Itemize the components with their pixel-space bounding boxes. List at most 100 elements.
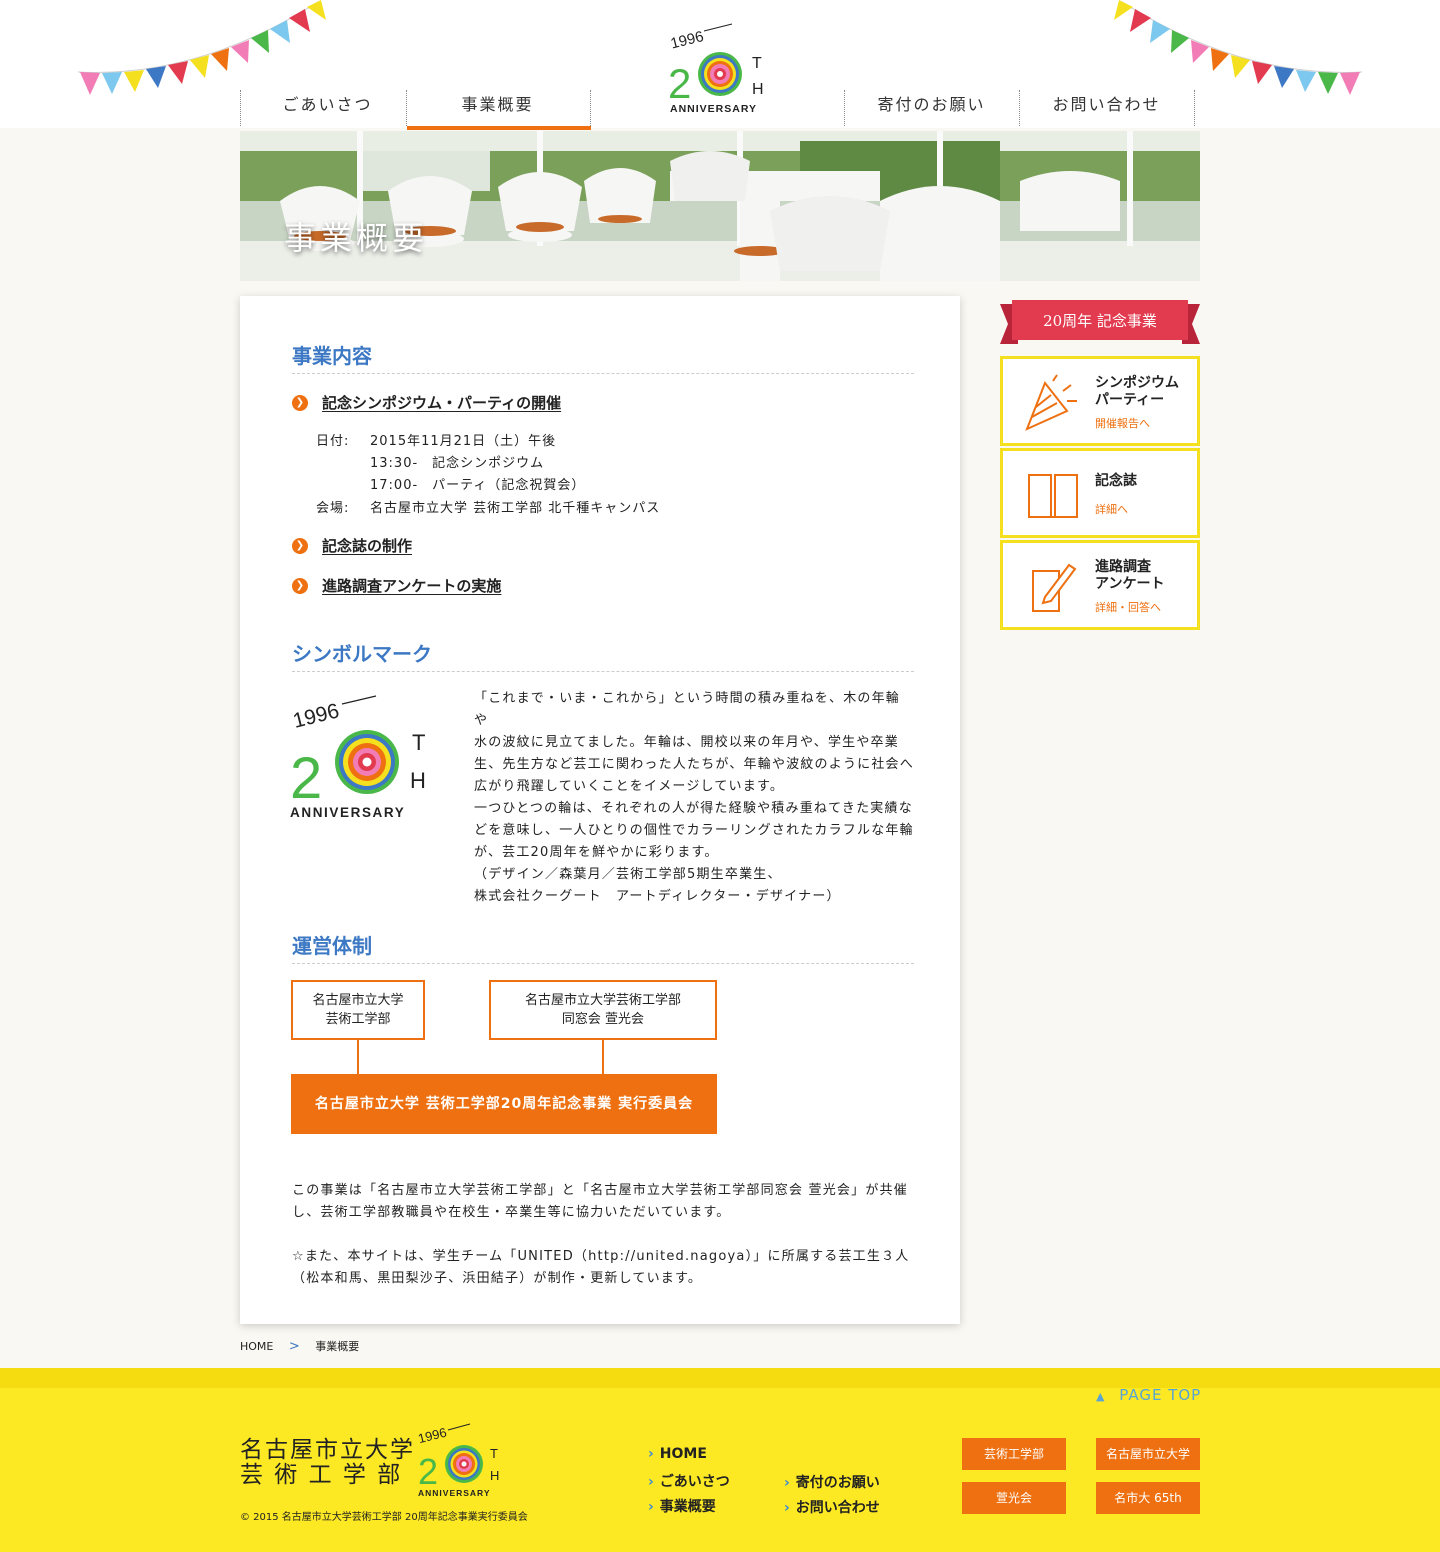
footer-button-65th[interactable]: 名市大 65th [1096, 1482, 1200, 1514]
footer-university-logotype[interactable]: 名古屋市立大学 芸 術 工 学 部 [240, 1438, 415, 1488]
sidebar-card-symposium[interactable]: シンポジウム パーティー 開催報告へ [1000, 356, 1200, 446]
svg-text:H: H [752, 81, 764, 98]
footer-link-home[interactable]: › HOME [648, 1446, 707, 1462]
footer-button-university[interactable]: 名古屋市立大学 [1096, 1438, 1200, 1470]
card-link-text: 詳細へ [1095, 503, 1128, 516]
link-label: 進路調査アンケートの実施 [322, 577, 502, 595]
event-time-2: 17:00- パーティ（記念祝賀会） [370, 478, 586, 493]
svg-text:ANNIVERSARY: ANNIVERSARY [418, 1488, 491, 1498]
nav-divider [406, 90, 407, 126]
desc-line: 「これまで・いま・これから」という時間の積み重ねを、木の年輪や [474, 691, 901, 728]
hero-title: 事業概要 [284, 219, 429, 257]
org-committee-box: 名古屋市立大学 芸術工学部20周年記念事業 実行委員会 [291, 1074, 717, 1134]
sidebar-ribbon: 20周年 記念事業 [1000, 300, 1200, 344]
org-box-faculty: 名古屋市立大学 芸術工学部 [291, 980, 425, 1040]
symbol-mark-logo: 1996 2 T H ANNIVERSARY [290, 695, 426, 820]
note-line: （松本和馬、黒田梨沙子、浜田結子）が制作・更新しています。 [292, 1271, 703, 1286]
nav-donation[interactable]: 寄付のお願い [844, 90, 1019, 128]
svg-text:T: T [412, 730, 425, 755]
chevron-right-icon: › [648, 1446, 654, 1462]
card-link-text: 開催報告へ [1095, 417, 1150, 430]
card-title: 進路調査 [1095, 559, 1151, 575]
card-title: 記念誌 [1095, 473, 1137, 489]
page-top-link[interactable]: ▲ PAGE TOP [1096, 1386, 1201, 1404]
note-line: し、芸術工学部教職員や在校生・卒業生等に協力いただいています。 [292, 1205, 731, 1220]
footer-button-faculty[interactable]: 芸術工学部 [962, 1438, 1066, 1470]
chevron-right-icon: › [784, 1500, 790, 1516]
svg-text:1996: 1996 [416, 1425, 448, 1447]
footer-link-label: ごあいさつ [659, 1474, 730, 1490]
footer-link-overview[interactable]: › 事業概要 [648, 1496, 716, 1516]
footer-title-line: 芸 術 工 学 部 [240, 1462, 403, 1488]
chevron-up-icon: ▲ [1096, 1390, 1106, 1403]
nav-active-indicator [407, 126, 591, 130]
event-time-1: 13:30- 記念シンポジウム [370, 456, 545, 471]
event-date-row: 日付: 2015年11月21日（土）午後 [316, 430, 555, 449]
sidebar-card-survey[interactable]: 進路調査 アンケート 詳細・回答へ [1000, 540, 1200, 630]
svg-text:ANNIVERSARY: ANNIVERSARY [670, 103, 757, 115]
chevron-right-icon: › [648, 1499, 654, 1515]
footer-link-greeting[interactable]: › ごあいさつ [648, 1471, 730, 1491]
nav-business-overview[interactable]: 事業概要 [410, 90, 585, 128]
link-label: 記念シンポジウム・パーティの開催 [322, 394, 562, 412]
svg-text:1996: 1996 [291, 699, 342, 733]
section-heading-business: 事業内容 [292, 340, 914, 374]
venue-label: 会場: [316, 501, 350, 516]
chevron-right-icon: ❯ [292, 537, 308, 554]
note-line: ☆また、本サイトは、学生チーム「UNITED（http://united.nag… [292, 1249, 910, 1264]
desc-line: 一つひとつの輪は、それぞれの人が得た経験や積み重ねてきた実績な [474, 801, 913, 816]
svg-text:2: 2 [418, 1451, 438, 1492]
chevron-right-icon: › [784, 1475, 790, 1491]
link-label: 記念誌の制作 [322, 537, 413, 555]
main-content: 事業内容 ❯ 記念シンポジウム・パーティの開催 日付: 2015年11月21日（… [240, 296, 960, 1324]
link-symposium-party[interactable]: ❯ 記念シンポジウム・パーティの開催 [292, 392, 561, 413]
footer-link-label: 事業概要 [659, 1499, 716, 1515]
chevron-right-icon: › [648, 1474, 654, 1490]
svg-text:20周年 記念事業: 20周年 記念事業 [1043, 312, 1157, 330]
party-popper-icon [1025, 374, 1077, 431]
logo-number-two: 2 [668, 60, 691, 107]
section-heading-management: 運営体制 [292, 930, 914, 964]
svg-text:ANNIVERSARY: ANNIVERSARY [290, 805, 405, 820]
link-commemorative-magazine[interactable]: ❯ 記念誌の制作 [292, 535, 412, 556]
desc-line: どを意味し、一人ひとりの個性でカラーリングされたカラフルな年輪 [474, 823, 914, 838]
footer-title-line: 名古屋市立大学 [240, 1437, 415, 1463]
card-title: パーティー [1095, 392, 1165, 408]
nav-divider [590, 90, 591, 126]
management-note: この事業は「名古屋市立大学芸術工学部」と「名古屋市立大学芸術工学部同窓会 萱光会… [292, 1180, 932, 1290]
card-title: アンケート [1095, 576, 1165, 592]
svg-text:H: H [410, 768, 426, 793]
desc-line: 水の波紋に見立てました。年輪は、開校以来の年月や、学生や卒業 [474, 735, 899, 750]
desc-line: 生、先生方など芸工に関わった人たちが、年輪や波紋のように社会へ [474, 757, 914, 772]
nav-contact[interactable]: お問い合わせ [1019, 90, 1194, 128]
footer-link-donation[interactable]: › 寄付のお願い [784, 1472, 880, 1492]
sidebar-card-magazine[interactable]: 記念誌 詳細へ [1000, 448, 1200, 538]
desc-line: （デザイン／森葉月／芸術工学部5期生卒業生、 [474, 867, 782, 882]
footer-link-label: お問い合わせ [795, 1500, 880, 1516]
footer-band [0, 1368, 1440, 1388]
card-title: シンポジウム [1095, 375, 1179, 391]
footer-link-label: 寄付のお願い [795, 1475, 880, 1491]
org-box-line: 名古屋市立大学 [312, 993, 404, 1008]
desc-line: 株式会社クーグート アートディレクター・デザイナー） [474, 889, 841, 904]
logo-year: 1996 [669, 28, 705, 53]
link-career-survey[interactable]: ❯ 進路調査アンケートの実施 [292, 575, 501, 596]
footer-copyright: © 2015 名古屋市立大学芸術工学部 20周年記念事業実行委員会 [240, 1512, 528, 1523]
footer: ▲ PAGE TOP 名古屋市立大学 芸 術 工 学 部 1996 2 T H … [0, 1368, 1440, 1552]
footer-button-alumni[interactable]: 萱光会 [962, 1482, 1066, 1514]
chevron-right-icon: ❯ [292, 394, 308, 411]
nav-greeting[interactable]: ごあいさつ [240, 90, 415, 128]
footer-link-contact[interactable]: › お問い合わせ [784, 1497, 880, 1517]
anniversary-logo[interactable]: 1996 2 T H ANNIVERSARY [660, 14, 780, 118]
hero-banner: 事業概要 [240, 131, 1200, 281]
breadcrumb-current: 事業概要 [315, 1340, 360, 1353]
svg-text:T: T [490, 1446, 498, 1461]
org-connector [357, 1040, 359, 1074]
section-heading-symbol: シンボルマーク [292, 638, 914, 672]
venue-value: 名古屋市立大学 芸術工学部 北千種キャンパス [370, 501, 661, 516]
card-link-text: 詳細・回答へ [1095, 601, 1161, 614]
breadcrumb-home[interactable]: HOME [240, 1340, 273, 1353]
nav-divider [1194, 90, 1195, 126]
note-line-blank [292, 1224, 932, 1246]
breadcrumb-separator: > [288, 1339, 300, 1354]
